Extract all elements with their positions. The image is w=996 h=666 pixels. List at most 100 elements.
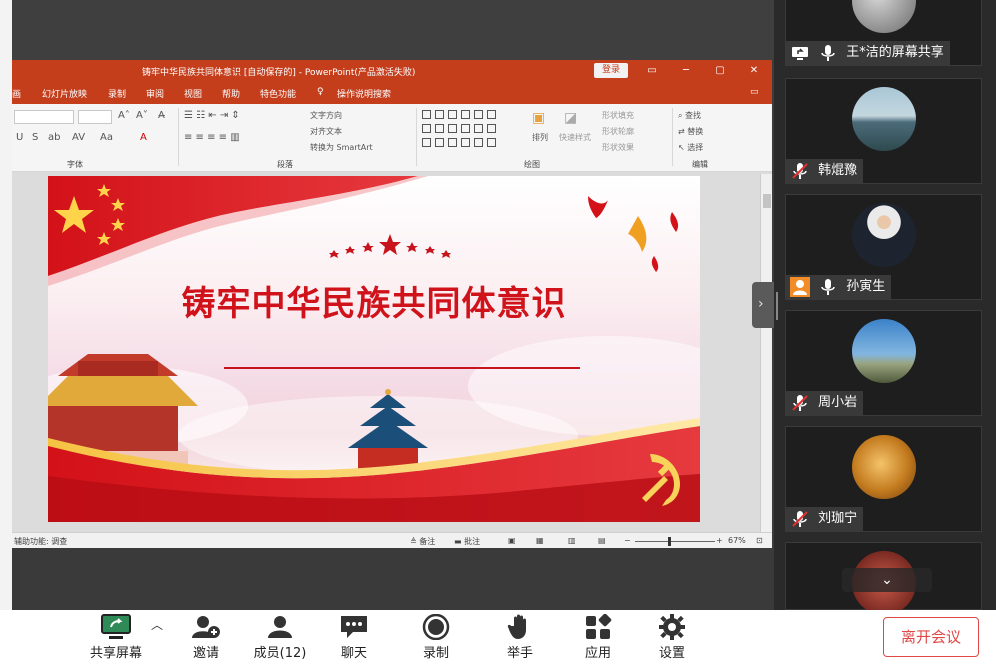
shape-icon[interactable] (487, 124, 496, 133)
shrink-font-icon[interactable]: A˅ (136, 110, 148, 121)
quick-styles-icon[interactable]: ◪ (564, 110, 577, 126)
zoom-level[interactable]: 67% (728, 536, 746, 545)
shape-icon[interactable] (461, 124, 470, 133)
participant-tile[interactable]: 孙寅生 (785, 194, 982, 300)
bullets-icon[interactable]: ☰ ☷ ⇤ ⇥ ⇕ (184, 110, 240, 121)
normal-view-icon[interactable]: ▣ (508, 536, 516, 545)
participant-tile[interactable]: 刘珈宁 (785, 426, 982, 532)
shape-icon[interactable] (487, 138, 496, 147)
invite-button[interactable]: 邀请 (178, 612, 234, 664)
case-icon[interactable]: Aa (100, 132, 113, 143)
shape-icon[interactable] (448, 138, 457, 147)
menu-slideshow[interactable]: 幻灯片放映 (42, 87, 87, 100)
tell-me-search[interactable]: 操作说明搜索 (337, 87, 391, 100)
shape-icon[interactable] (474, 110, 483, 119)
select-button[interactable]: ↖ 选择 (678, 142, 703, 153)
maximize-icon[interactable]: ▢ (710, 63, 730, 79)
align-text-button[interactable]: 对齐文本 (310, 126, 342, 137)
leave-meeting-button[interactable]: 离开会议 (883, 617, 979, 657)
minimize-icon[interactable]: ─ (676, 63, 696, 79)
quick-styles-button[interactable]: 快速样式 (559, 132, 591, 143)
shape-fill-button[interactable]: 形状填充 (602, 110, 634, 121)
shape-icon[interactable] (422, 110, 431, 119)
menu-draw[interactable]: 画 (12, 87, 21, 100)
scroll-down-button[interactable]: ⌄ (842, 568, 932, 592)
participant-tile[interactable]: 王*洁的屏幕共享 (785, 0, 982, 66)
share-screen-button[interactable]: 共享屏幕 (86, 612, 146, 664)
slide-canvas[interactable]: 铸牢中华民族共同体意识 (48, 176, 700, 522)
chat-button[interactable]: 聊天 (326, 612, 382, 664)
participant-tile[interactable]: 周小岩 (785, 310, 982, 416)
arrange-icon[interactable]: ▣ (532, 110, 545, 126)
shape-icon[interactable] (474, 124, 483, 133)
share-options-caret-icon[interactable]: ︿ (151, 616, 163, 633)
reading-view-icon[interactable]: ▥ (568, 536, 576, 545)
vertical-scrollbar[interactable] (760, 174, 772, 532)
shape-icon[interactable] (461, 138, 470, 147)
text-direction-button[interactable]: 文字方向 (310, 110, 342, 121)
shape-icon[interactable] (435, 110, 444, 119)
menu-help[interactable]: 帮助 (222, 87, 240, 100)
menu-view[interactable]: 视图 (184, 87, 202, 100)
collapse-sidebar-button[interactable]: › (752, 282, 774, 328)
participant-name: 孙寅生 (846, 279, 886, 294)
shadow-icon[interactable]: ab (48, 132, 60, 143)
shape-icon[interactable] (487, 110, 496, 119)
ribbon-display-icon[interactable]: ▭ (642, 63, 662, 79)
strike-icon[interactable]: S (32, 132, 38, 143)
smartart-button[interactable]: 转换为 SmartArt (310, 142, 373, 153)
shape-icon[interactable] (422, 124, 431, 133)
underline-icon[interactable]: U (16, 132, 23, 143)
record-label: 录制 (422, 646, 449, 661)
apps-button[interactable]: 应用 (570, 612, 626, 664)
clear-format-icon[interactable]: A̶ (158, 110, 165, 121)
arrange-button[interactable]: 排列 (532, 132, 548, 143)
accessibility-status[interactable]: 辅助功能: 调查 (14, 536, 67, 547)
raise-hand-button[interactable]: 举手 (492, 612, 548, 664)
fit-slide-icon[interactable]: ⊡ (756, 536, 763, 545)
replace-button[interactable]: ⇄ 替换 (678, 126, 703, 137)
participant-tile[interactable]: 韩焜豫 (785, 78, 982, 184)
grow-font-icon[interactable]: A˄ (118, 110, 130, 121)
notes-button[interactable]: ≜ 备注 (410, 536, 435, 547)
sorter-view-icon[interactable]: ▦ (536, 536, 544, 545)
font-size-box[interactable] (78, 110, 112, 124)
shape-icon[interactable] (448, 110, 457, 119)
close-icon[interactable]: ✕ (744, 63, 764, 79)
shape-effects-button[interactable]: 形状效果 (602, 142, 634, 153)
zoom-in-icon[interactable]: + (716, 536, 723, 545)
zoom-out-icon[interactable]: − (624, 536, 631, 545)
shared-screen-bottom (12, 548, 774, 610)
menu-record[interactable]: 录制 (108, 87, 126, 100)
sidebar-resize-grip[interactable] (776, 292, 778, 320)
settings-button[interactable]: 设置 (644, 612, 700, 664)
ppt-login-button[interactable]: 登录 (594, 63, 628, 78)
zoom-slider-thumb[interactable] (668, 537, 671, 546)
shape-icon[interactable] (435, 138, 444, 147)
shapes-gallery[interactable] (422, 110, 522, 152)
chevron-right-icon: › (758, 296, 764, 312)
comment-icon[interactable]: ▭ (750, 87, 759, 97)
user-icon (790, 277, 810, 297)
shape-icon[interactable] (435, 124, 444, 133)
font-name-box[interactable] (14, 110, 74, 124)
record-button[interactable]: 录制 (408, 612, 464, 664)
cursor-icon: ↖ (678, 143, 688, 152)
shape-icon[interactable] (474, 138, 483, 147)
shape-icon[interactable] (448, 124, 457, 133)
align-icons[interactable]: ≡ ≡ ≡ ≡ ▥ (184, 132, 240, 143)
spacing-icon[interactable]: AV (72, 132, 85, 143)
members-button[interactable]: 成员(12) (248, 612, 312, 664)
zoom-slider[interactable] (635, 541, 715, 542)
shared-screen: 铸牢中华民族共同体意识 [自动保存的] - PowerPoint(产品激活失败)… (12, 0, 774, 610)
menu-review[interactable]: 审阅 (146, 87, 164, 100)
font-color-icon[interactable]: A (140, 132, 147, 143)
find-button[interactable]: ⌕ 查找 (678, 110, 701, 121)
shape-icon[interactable] (422, 138, 431, 147)
comments-button[interactable]: ▬ 批注 (454, 536, 480, 547)
shape-icon[interactable] (461, 110, 470, 119)
slideshow-view-icon[interactable]: ▤ (598, 536, 606, 545)
shape-outline-button[interactable]: 形状轮廓 (602, 126, 634, 137)
menu-special[interactable]: 特色功能 (260, 87, 296, 100)
scroll-thumb[interactable] (763, 194, 771, 208)
